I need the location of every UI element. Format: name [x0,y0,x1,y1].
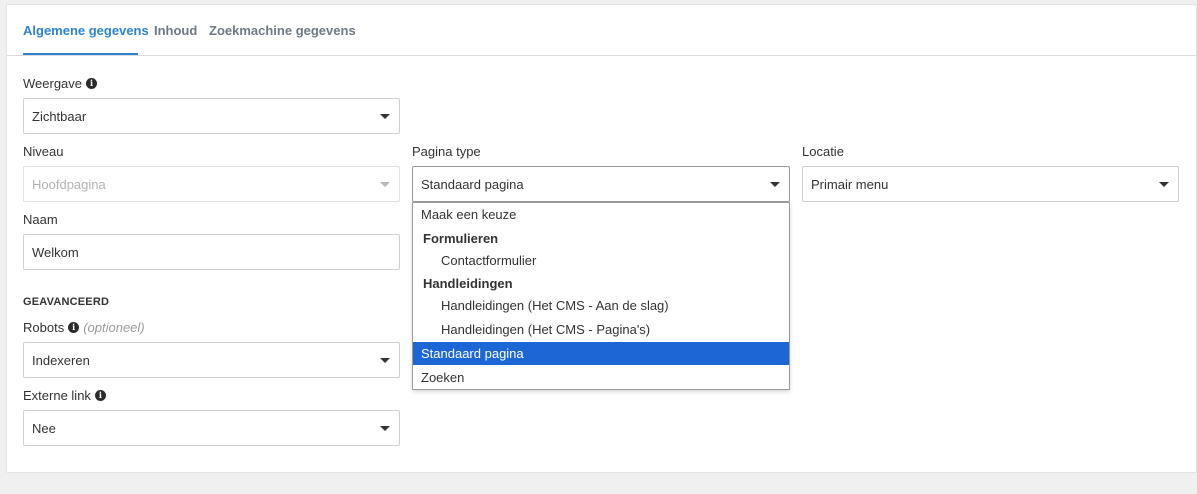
tab-bar: Algemene gegevens Inhoud Zoekmachine geg… [7,5,1196,56]
naam-value: Welkom [32,244,79,260]
chevron-down-icon [380,114,390,119]
weergave-value: Zichtbaar [32,108,87,124]
advanced-section-title: GEAVANCEERD [23,296,110,308]
locatie-label-text: Locatie [802,144,844,159]
pagina-type-dropdown: Maak een keuze Formulieren Contactformul… [412,202,790,390]
chevron-down-icon [380,182,390,187]
info-icon[interactable]: i [86,78,98,89]
option-handleidingen-paginas[interactable]: Handleidingen (Het CMS - Pagina's) [413,318,789,341]
robots-value: Indexeren [32,352,90,368]
tab-algemene-gegevens[interactable]: Algemene gegevens [23,23,149,38]
chevron-down-icon [380,426,390,431]
chevron-down-icon [1159,182,1169,187]
niveau-label-text: Niveau [23,144,64,159]
locatie-select[interactable]: Primair menu [802,166,1179,202]
info-icon[interactable]: i [68,322,80,333]
chevron-down-icon [770,182,780,187]
naam-label-text: Naam [23,212,58,227]
option-maak-een-keuze[interactable]: Maak een keuze [413,203,789,226]
robots-select[interactable]: Indexeren [23,342,400,378]
robots-label-text: Robots [23,320,65,335]
tab-inhoud[interactable]: Inhoud [154,23,197,38]
optgroup-handleidingen: Handleidingen [423,276,513,291]
externe-link-select[interactable]: Nee [23,410,400,446]
weergave-label: Weergave i [23,76,98,91]
option-zoeken[interactable]: Zoeken [413,366,789,389]
optional-hint: (optioneel) [83,320,145,335]
pagina-type-label-text: Pagina type [412,144,481,159]
optgroup-formulieren: Formulieren [423,231,499,246]
chevron-down-icon [380,358,390,363]
pagina-type-select[interactable]: Standaard pagina [412,166,790,202]
info-icon[interactable]: i [94,390,106,401]
page-form-card: Algemene gegevens Inhoud Zoekmachine geg… [6,4,1197,473]
option-standaard-pagina[interactable]: Standaard pagina [413,342,789,365]
option-contactformulier[interactable]: Contactformulier [413,249,789,272]
niveau-select: Hoofdpagina [23,166,400,202]
active-tab-indicator [23,53,138,55]
weergave-label-text: Weergave [23,76,83,91]
niveau-label: Niveau [23,144,63,159]
weergave-select[interactable]: Zichtbaar [23,98,400,134]
externe-link-label-text: Externe link [23,388,91,403]
tab-zoekmachine-gegevens[interactable]: Zoekmachine gegevens [209,23,356,38]
naam-input[interactable]: Welkom [23,234,400,270]
externe-link-value: Nee [32,420,56,436]
niveau-value: Hoofdpagina [32,176,106,192]
externe-link-label: Externe link i [23,388,106,403]
pagina-type-label: Pagina type [412,144,481,159]
naam-label: Naam [23,212,58,227]
robots-label: Robots i (optioneel) [23,320,145,335]
option-handleidingen-aan-de-slag[interactable]: Handleidingen (Het CMS - Aan de slag) [413,294,789,317]
locatie-value: Primair menu [811,176,889,192]
locatie-label: Locatie [802,144,844,159]
pagina-type-value: Standaard pagina [421,176,524,192]
